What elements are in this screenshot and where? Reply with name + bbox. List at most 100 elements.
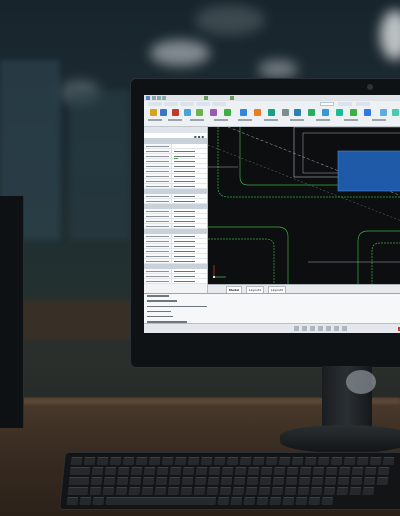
keyboard-key bbox=[206, 487, 219, 495]
ribbon-tab[interactable] bbox=[338, 102, 352, 106]
keyboard-key bbox=[66, 497, 79, 505]
keyboard-key bbox=[377, 467, 390, 475]
keyboard-key bbox=[382, 457, 395, 465]
ribbon-tool-icon[interactable] bbox=[364, 109, 371, 116]
keyboard-key bbox=[143, 467, 156, 475]
ribbon-tab[interactable] bbox=[148, 102, 162, 106]
keyboard-key bbox=[208, 467, 221, 475]
ribbon-tool-icon[interactable] bbox=[268, 109, 275, 116]
road-curb bbox=[357, 230, 400, 284]
selection-dropdown[interactable]: ▪▪▪ bbox=[144, 133, 207, 139]
keyboard-key bbox=[193, 487, 206, 495]
ribbon-tool-icon[interactable] bbox=[172, 109, 179, 116]
keyboard-key bbox=[91, 467, 104, 475]
ribbon-label bbox=[214, 119, 228, 121]
ribbon-tool-icon[interactable] bbox=[240, 109, 247, 116]
keyboard-key bbox=[284, 487, 297, 495]
keyboard-key bbox=[330, 457, 343, 465]
ribbon-tool-icon[interactable] bbox=[336, 109, 343, 116]
keyboard-key bbox=[317, 457, 330, 465]
keyboard-key bbox=[324, 477, 337, 485]
property-row[interactable] bbox=[144, 279, 207, 284]
selected-viewport[interactable] bbox=[337, 150, 400, 192]
keyboard-key bbox=[89, 487, 102, 495]
keyboard-key bbox=[271, 487, 284, 495]
ribbon-label bbox=[316, 119, 330, 121]
quick-access-icon[interactable] bbox=[230, 96, 234, 100]
keyboard-key bbox=[349, 487, 362, 495]
ribbon-tab[interactable] bbox=[196, 102, 210, 106]
quick-access-icon[interactable] bbox=[152, 96, 156, 100]
ribbon-tool-icon[interactable] bbox=[160, 109, 167, 116]
quick-access-icon[interactable] bbox=[204, 96, 208, 100]
ribbon-tab[interactable] bbox=[180, 102, 194, 106]
status-toggle[interactable] bbox=[342, 326, 347, 331]
monitor-screen: ▪▪▪ Model Layout1 Layout2 bbox=[144, 95, 400, 333]
window-pane bbox=[70, 90, 130, 240]
keyboard-key bbox=[154, 487, 167, 495]
keyboard-key bbox=[265, 457, 278, 465]
app-logo-icon bbox=[146, 96, 150, 100]
keyboard bbox=[58, 452, 400, 510]
keyboard-key bbox=[174, 457, 187, 465]
keyboard-key bbox=[273, 467, 286, 475]
keyboard-key bbox=[282, 497, 295, 505]
keyboard-key bbox=[135, 457, 148, 465]
status-toggle[interactable] bbox=[334, 326, 339, 331]
ribbon-tool-icon[interactable] bbox=[150, 109, 157, 116]
keyboard-key bbox=[161, 457, 174, 465]
ribbon-tool-icon[interactable] bbox=[308, 109, 315, 116]
ribbon-tool-icon[interactable] bbox=[380, 109, 387, 116]
ribbon-tab-active[interactable] bbox=[320, 102, 334, 106]
status-toggle[interactable] bbox=[310, 326, 315, 331]
keyboard-key bbox=[362, 487, 375, 495]
ceiling-shadow bbox=[195, 5, 265, 35]
status-toggle[interactable] bbox=[318, 326, 323, 331]
keyboard-key bbox=[311, 477, 324, 485]
drawing-canvas[interactable] bbox=[208, 127, 400, 284]
keyboard-key bbox=[299, 467, 312, 475]
ribbon-tool-icon[interactable] bbox=[350, 109, 357, 116]
ribbon-tab[interactable] bbox=[164, 102, 178, 106]
ribbon-tab[interactable] bbox=[212, 102, 226, 106]
keyboard-key bbox=[70, 457, 83, 465]
keyboard-key bbox=[128, 487, 141, 495]
keyboard-key bbox=[260, 467, 273, 475]
keyboard-key bbox=[69, 467, 91, 475]
keyboard-key bbox=[92, 497, 105, 505]
quick-access-icon[interactable] bbox=[162, 96, 166, 100]
command-line-history[interactable] bbox=[144, 293, 400, 323]
ceiling-light bbox=[380, 10, 400, 60]
ribbon-tab[interactable] bbox=[356, 102, 370, 106]
keyboard-key bbox=[90, 477, 103, 485]
ribbon-tool-icon[interactable] bbox=[184, 109, 191, 116]
properties-filter-icon[interactable]: ▪▪▪ bbox=[194, 134, 205, 139]
keyboard-key bbox=[295, 497, 308, 505]
keyboard-key bbox=[141, 487, 154, 495]
quick-access-icon[interactable] bbox=[157, 96, 161, 100]
keyboard-key bbox=[246, 477, 259, 485]
keyboard-key bbox=[194, 477, 207, 485]
keyboard-key bbox=[68, 477, 90, 485]
status-toggle[interactable] bbox=[326, 326, 331, 331]
ribbon-tool-icon[interactable] bbox=[254, 109, 261, 116]
keyboard-key bbox=[304, 457, 317, 465]
ribbon-tool-icon[interactable] bbox=[392, 109, 399, 116]
keyboard-key bbox=[369, 457, 382, 465]
ribbon-tool-icon[interactable] bbox=[196, 109, 203, 116]
keyboard-key bbox=[376, 477, 389, 485]
keyboard-key bbox=[234, 467, 247, 475]
layout-tab-bar: Model Layout1 Layout2 bbox=[208, 284, 400, 294]
ribbon-tool-icon[interactable] bbox=[282, 109, 289, 116]
status-toggle[interactable] bbox=[302, 326, 307, 331]
ribbon-tool-icon[interactable] bbox=[224, 109, 231, 116]
webcam bbox=[367, 84, 373, 90]
ribbon-tool-icon[interactable] bbox=[322, 109, 329, 116]
keyboard-key bbox=[230, 497, 243, 505]
status-bar bbox=[144, 323, 400, 333]
keyboard-key bbox=[182, 467, 195, 475]
ribbon-tool-icon[interactable] bbox=[294, 109, 301, 116]
keyboard-key bbox=[245, 487, 258, 495]
status-toggle[interactable] bbox=[294, 326, 299, 331]
ribbon-tool-icon[interactable] bbox=[210, 109, 217, 116]
